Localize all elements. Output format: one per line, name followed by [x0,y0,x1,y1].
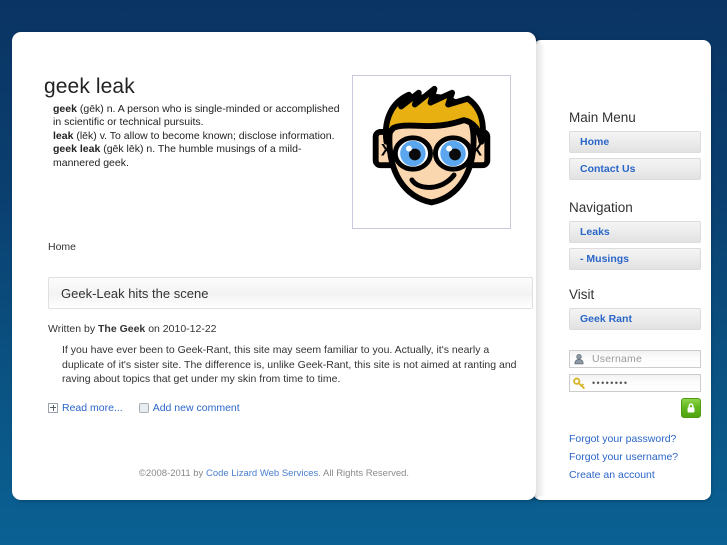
definition-term: geek [53,103,77,115]
forgot-username-link[interactable]: Forgot your username? [569,448,709,466]
forgot-password-link[interactable]: Forgot your password? [569,430,709,448]
article-meta-suffix: on 2010-12-22 [145,323,217,335]
definition-text: (lēk) v. To allow to become known; discl… [73,129,335,142]
page-wrapper: geek leak geek (gēk) n. A person who is … [12,32,711,500]
read-more-link[interactable]: Read more... [62,402,123,414]
sidebar-item-geek-rant[interactable]: Geek Rant [569,308,701,330]
lock-icon [687,403,695,413]
module-main-menu: Main Menu Home Contact Us [569,110,701,185]
module-visit: Visit Geek Rant [569,287,701,335]
panel-seam [536,44,545,496]
read-more-group[interactable]: Read more... [48,402,123,414]
footer: ©2008-2011 by Code Lizard Web Services. … [12,468,536,479]
password-field[interactable]: •••••••• [569,374,701,392]
login-submit-button[interactable] [681,398,701,418]
geek-head-logo-frame: X X [352,75,511,229]
module-title-main-menu: Main Menu [569,110,636,125]
sidebar-item-leaks[interactable]: Leaks [569,221,701,243]
article-author: The Geek [98,323,146,335]
create-account-link[interactable]: Create an account [569,466,709,484]
expand-plus-icon [48,402,58,413]
key-icon [570,375,588,391]
footer-suffix: . All Rights Reserved. [318,468,410,479]
module-title-visit: Visit [569,287,595,302]
article-meta: Written by The Geek on 2010-12-22 [48,323,533,335]
definition-block: geek (gēk) n. A person who is single-min… [53,103,345,170]
sidebar-item-musings[interactable]: - Musings [569,248,701,270]
user-icon [570,351,588,367]
article-body: If you have ever been to Geek-Rant, this… [62,344,517,385]
definition-term: leak [53,129,74,142]
login-form: Username •••••••• [569,350,701,418]
username-field[interactable]: Username [569,350,701,368]
article-meta-prefix: Written by [48,323,98,335]
definition-entry: geek leak (gēk lēk) n. The humble musing… [53,143,345,170]
definition-entry: leak (lēk) v. To allow to become known; … [53,130,345,143]
module-navigation: Navigation Leaks - Musings [569,200,701,275]
password-value: •••••••• [592,378,629,388]
article-title-box: Geek-Leak hits the scene [48,277,533,309]
page-title: geek leak [44,75,135,98]
module-title-navigation: Navigation [569,200,633,215]
definition-text: (gēk) n. A person who is single-minded o… [53,103,340,129]
breadcrumb: Home [48,241,77,253]
footer-link[interactable]: Code Lizard Web Services [206,468,318,479]
footer-prefix: ©2008-2011 by [138,468,206,479]
add-comment-link[interactable]: Add new comment [153,402,240,414]
login-help-links: Forgot your password? Forgot your userna… [569,430,709,484]
add-comment-group[interactable]: Add new comment [138,402,240,414]
username-placeholder: Username [592,353,643,365]
main-content-panel: geek leak geek (gēk) n. A person who is … [12,32,536,500]
article-title: Geek-Leak hits the scene [61,285,209,301]
geek-head-icon: X X [372,85,491,206]
definition-entry: geek (gēk) n. A person who is single-min… [53,103,345,130]
sidebar-item-home[interactable]: Home [569,131,701,153]
site-header: geek leak geek (gēk) n. A person who is … [12,32,536,229]
article-actions: Read more... Add new comment [48,402,533,414]
definition-term: geek leak [53,143,101,156]
sidebar-item-contact-us[interactable]: Contact Us [569,158,701,180]
comment-icon [138,402,149,413]
article: Geek-Leak hits the scene Written by The … [48,277,533,414]
